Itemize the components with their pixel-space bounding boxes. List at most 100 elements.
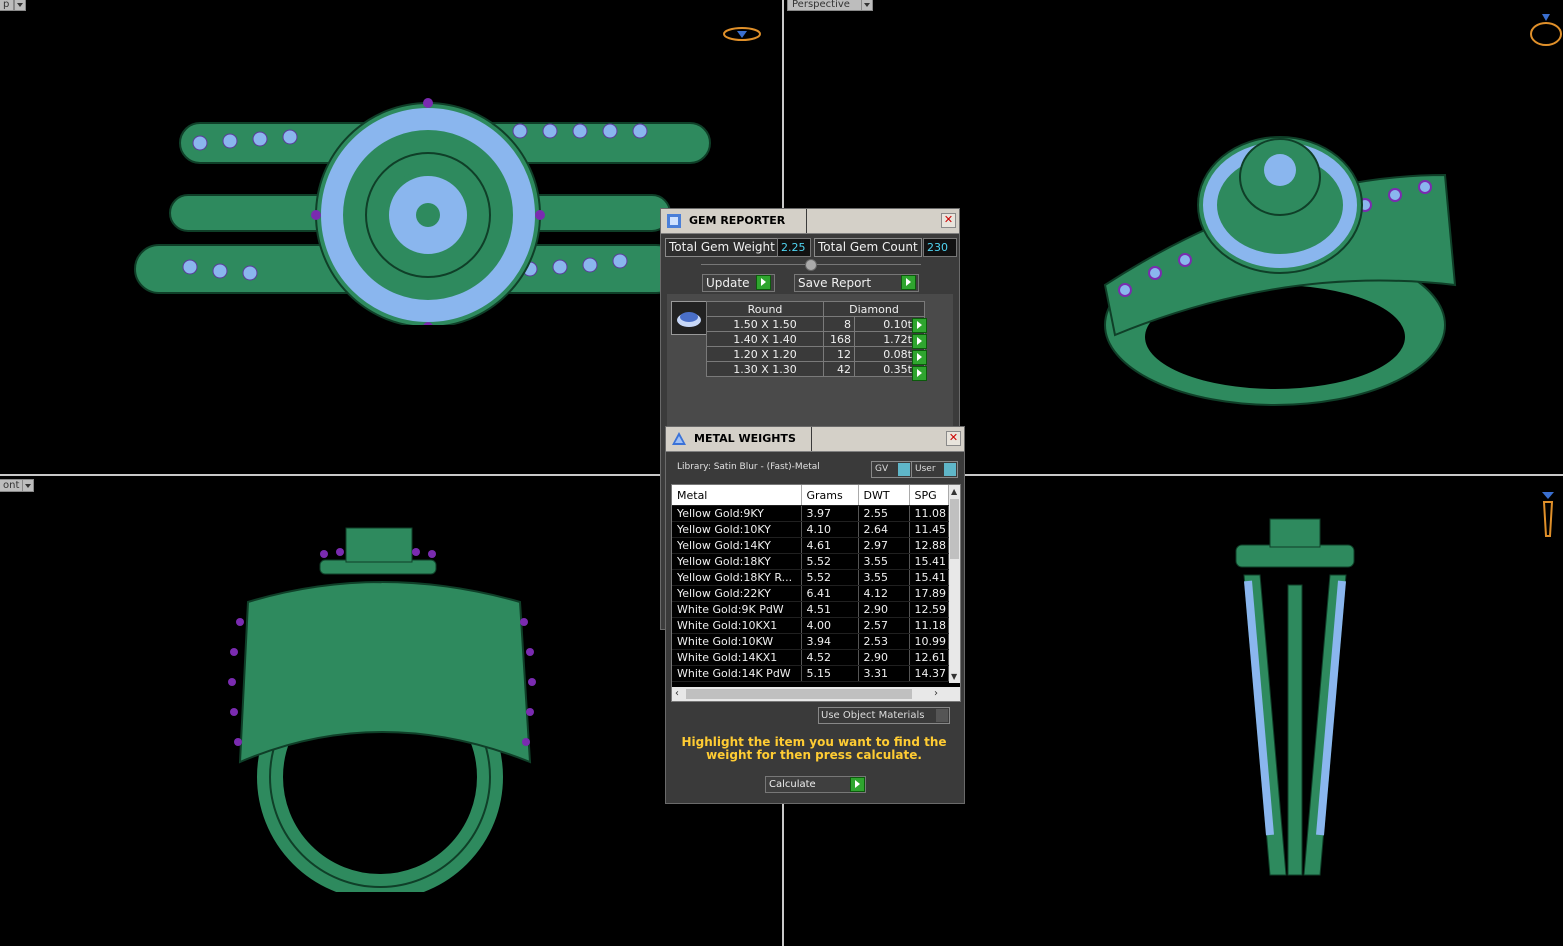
metal-name: White Gold:14KX1	[672, 649, 802, 666]
shape-header: Round	[706, 301, 824, 317]
scroll-right-icon[interactable]: ›	[934, 688, 938, 699]
gem-reporter-close-button[interactable]: ✕	[941, 213, 956, 228]
metal-name: Yellow Gold:9KY	[672, 505, 802, 522]
metal-spg: 12.61	[909, 649, 949, 666]
gem-table: Round Diamond 1.50 X 1.50 8 0.10tw 1.40 …	[706, 301, 925, 377]
gv-indicator	[898, 463, 910, 476]
user-label: User	[915, 464, 936, 474]
horizontal-scrollbar[interactable]: ‹ ›	[672, 687, 960, 701]
gem-reporter-titlebar[interactable]: GEM REPORTER ✕	[661, 209, 959, 234]
viewport-menu-top[interactable]	[14, 0, 26, 11]
metal-spg: 11.18	[909, 617, 949, 634]
gem-row[interactable]: 1.20 X 1.20 12 0.08tw	[706, 346, 925, 362]
metal-row[interactable]: White Gold:14KX1 4.52 2.90 12.61	[672, 649, 949, 666]
scroll-up-icon[interactable]: ▲	[951, 487, 957, 496]
gem-row[interactable]: 1.30 X 1.30 42 0.35tw	[706, 361, 925, 377]
library-label: Library: Satin Blur - (Fast)-Metal	[677, 462, 820, 472]
update-go-icon[interactable]	[756, 275, 771, 290]
metal-name: White Gold:10KW	[672, 633, 802, 650]
gem-row-select-button[interactable]	[912, 318, 927, 333]
metal-name: Yellow Gold:18KY R...	[672, 569, 802, 586]
view-cube-top-icon[interactable]	[720, 22, 764, 46]
view-cube-perspective-icon[interactable]	[1526, 10, 1563, 50]
gem-row[interactable]: 1.50 X 1.50 8 0.10tw	[706, 316, 925, 332]
round-diamond-icon	[677, 312, 701, 327]
metal-table-container[interactable]: Metal Grams DWT SPG Yellow Gold:9KY 3.97 2…	[671, 484, 961, 702]
metal-dwt: 3.31	[858, 665, 910, 682]
metal-spg: 12.88	[909, 537, 949, 554]
gem-row-select-button[interactable]	[912, 350, 927, 365]
gem-size: 1.50 X 1.50	[706, 316, 824, 332]
viewport-label-top[interactable]: p	[0, 0, 15, 11]
ring-side-view	[1235, 518, 1355, 876]
metal-grams: 5.52	[801, 553, 859, 570]
metal-row[interactable]: Yellow Gold:9KY 3.97 2.55 11.08	[672, 505, 949, 522]
metal-dwt: 2.53	[858, 633, 910, 650]
metal-grams: 4.10	[801, 521, 859, 538]
metal-weights-panel: METAL WEIGHTS ✕ Library: Satin Blur - (F…	[665, 426, 965, 804]
gem-row[interactable]: 1.40 X 1.40 168 1.72tw	[706, 331, 925, 347]
metal-grams: 6.41	[801, 585, 859, 602]
use-object-materials-label: Use Object Materials	[821, 710, 925, 721]
vertical-scrollbar[interactable]: ▲ ▼	[949, 485, 960, 683]
metal-row[interactable]: Yellow Gold:14KY 4.61 2.97 12.88	[672, 537, 949, 554]
view-cube-side-icon[interactable]	[1536, 488, 1560, 542]
gem-size: 1.40 X 1.40	[706, 331, 824, 347]
metal-dwt: 2.64	[858, 521, 910, 538]
metal-grams: 4.00	[801, 617, 859, 634]
metal-weights-icon	[672, 432, 686, 445]
metal-grams: 4.61	[801, 537, 859, 554]
total-gem-count-label: Total Gem Count	[814, 238, 922, 257]
metal-dwt: 2.90	[858, 649, 910, 666]
metal-row[interactable]: Yellow Gold:22KY 6.41 4.12 17.89	[672, 585, 949, 602]
gem-row-select-button[interactable]	[912, 366, 927, 381]
metal-row[interactable]: White Gold:14K PdW 5.15 3.31 14.37	[672, 665, 949, 682]
metal-spg: 10.99	[909, 633, 949, 650]
metal-name: Yellow Gold:22KY	[672, 585, 802, 602]
metal-weights-titlebar[interactable]: METAL WEIGHTS ✕	[666, 427, 964, 452]
metal-spg: 15.41	[909, 553, 949, 570]
viewport-menu-front[interactable]	[22, 479, 34, 492]
scroll-down-icon[interactable]: ▼	[951, 672, 957, 681]
calculate-label: Calculate	[769, 779, 816, 790]
metal-name: Yellow Gold:10KY	[672, 521, 802, 538]
metal-spg: 17.89	[909, 585, 949, 602]
save-report-go-icon[interactable]	[901, 275, 916, 290]
ring-perspective-view	[1103, 136, 1457, 406]
collapse-toggle[interactable]	[805, 259, 817, 271]
use-object-materials-indicator	[936, 709, 948, 722]
gem-count: 168	[823, 331, 855, 347]
calculate-go-icon[interactable]	[850, 777, 865, 792]
metal-dwt: 3.55	[858, 569, 910, 586]
total-gem-weight-value: 2.25	[777, 238, 811, 257]
metal-weights-close-button[interactable]: ✕	[946, 431, 961, 446]
gv-toggle[interactable]: GV	[871, 461, 912, 478]
gem-shape-thumbnail[interactable]	[671, 301, 707, 335]
metal-row[interactable]: Yellow Gold:10KY 4.10 2.64 11.45	[672, 521, 949, 538]
user-toggle[interactable]: User	[911, 461, 958, 478]
col-metal[interactable]: Metal	[672, 485, 802, 506]
metal-dwt: 2.90	[858, 601, 910, 618]
col-spg[interactable]: SPG	[909, 485, 949, 506]
total-gem-count-value: 230	[923, 238, 957, 257]
gem-row-select-button[interactable]	[912, 334, 927, 349]
scroll-thumb[interactable]	[950, 499, 959, 559]
h-scroll-thumb[interactable]	[686, 689, 912, 699]
viewport-menu-perspective[interactable]	[861, 0, 873, 11]
scroll-left-icon[interactable]: ‹	[675, 688, 679, 699]
metal-row[interactable]: White Gold:9K PdW 4.51 2.90 12.59	[672, 601, 949, 618]
metal-row[interactable]: White Gold:10KX1 4.00 2.57 11.18	[672, 617, 949, 634]
viewport-label-perspective[interactable]: Perspective	[787, 0, 867, 11]
col-grams[interactable]: Grams	[801, 485, 859, 506]
metal-row[interactable]: White Gold:10KW 3.94 2.53 10.99	[672, 633, 949, 650]
metal-row[interactable]: Yellow Gold:18KY 5.52 3.55 15.41	[672, 553, 949, 570]
metal-row[interactable]: Yellow Gold:18KY R... 5.52 3.55 15.41	[672, 569, 949, 586]
type-header: Diamond	[823, 301, 925, 317]
metal-grams: 5.15	[801, 665, 859, 682]
use-object-materials-checkbox[interactable]: Use Object Materials	[818, 707, 950, 724]
metal-dwt: 2.57	[858, 617, 910, 634]
ring-top-view	[134, 98, 711, 325]
col-dwt[interactable]: DWT	[858, 485, 910, 506]
gem-reporter-icon	[667, 214, 681, 228]
gem-size: 1.20 X 1.20	[706, 346, 824, 362]
